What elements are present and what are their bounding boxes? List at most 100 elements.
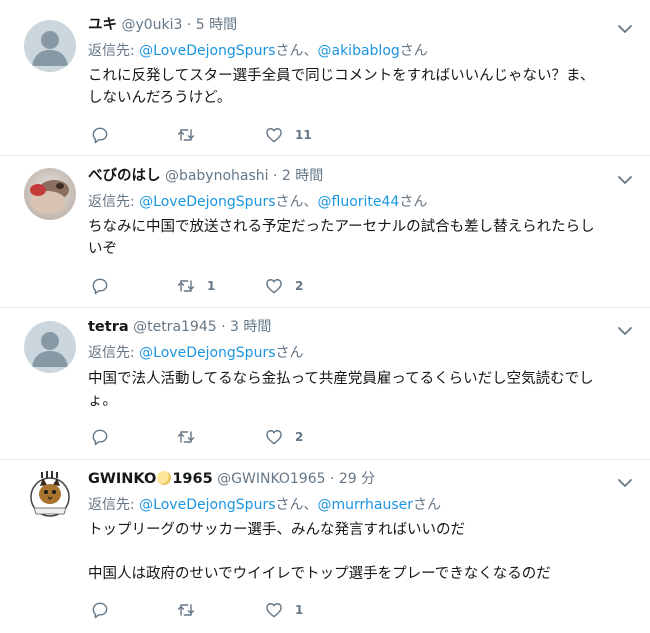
reply-to: 返信先: @LoveDejongSpursさん、@fluorite44さん: [88, 192, 427, 212]
reply-icon: [92, 127, 108, 144]
tweet[interactable]: tetra @tetra1945 · 3 時間 返信先: @LoveDejong…: [0, 308, 650, 460]
retweet-icon: [177, 604, 195, 616]
like-button[interactable]: 2: [264, 426, 303, 448]
mention-link[interactable]: @LoveDejongSpurs: [139, 43, 275, 59]
tweet[interactable]: GWINKO 1965 @GWINKO1965 · 29 分 返信先: @Love…: [0, 460, 650, 633]
like-count: 11: [295, 128, 312, 142]
timestamp[interactable]: 29 分: [339, 471, 375, 487]
reply-button[interactable]: [90, 426, 121, 448]
like-count: 2: [295, 279, 304, 293]
reply-feed: ユキ @y0uki3 · 5 時間 返信先: @LoveDejongSpursさ…: [0, 0, 650, 633]
retweet-button[interactable]: [176, 426, 207, 448]
retweet-icon: [177, 431, 195, 443]
default-avatar-icon: [24, 321, 76, 373]
tweet-text: ちなみに中国で放送される予定だったアーセナルの試合も差し替えられたらし いぞ: [88, 216, 636, 260]
reply-prefix: 返信先:: [88, 345, 135, 361]
default-avatar-icon: [24, 20, 76, 72]
mention-link[interactable]: @murrhauser: [318, 497, 414, 513]
timestamp[interactable]: 5 時間: [196, 17, 237, 33]
mention-link[interactable]: @LoveDejongSpurs: [139, 194, 275, 210]
tweet-actions: 2: [88, 426, 388, 448]
display-name[interactable]: tetra: [88, 319, 129, 335]
mention-link[interactable]: @fluorite44: [318, 194, 400, 210]
reply-prefix: 返信先:: [88, 497, 135, 513]
tweet-text-line: しないんだろうけど。: [88, 90, 232, 106]
retweet-button[interactable]: [176, 124, 207, 146]
separator: ·: [186, 17, 192, 33]
reply-prefix: 返信先:: [88, 43, 135, 59]
chevron-down-icon[interactable]: [616, 322, 634, 340]
tweet-text-line: ちなみに中国で放送される予定だったアーセナルの試合も差し替えられたらし: [88, 219, 595, 235]
reply-prefix: 返信先:: [88, 194, 135, 210]
retweet-button[interactable]: 1: [176, 275, 215, 297]
like-button[interactable]: 11: [264, 124, 312, 146]
tweet-text-blank-line: [88, 541, 636, 563]
cat-logo-icon: [24, 470, 76, 522]
username[interactable]: @y0uki3: [121, 17, 182, 33]
moon-emoji-icon: [157, 471, 172, 485]
mention-link[interactable]: @LoveDejongSpurs: [139, 497, 275, 513]
heart-icon: [266, 128, 282, 143]
tweet-actions: 1 2: [88, 275, 388, 297]
retweet-button[interactable]: [176, 599, 207, 621]
chevron-down-icon[interactable]: [616, 20, 634, 38]
tweet-text: 中国で法人活動してるなら金払って共産党員雇ってるくらいだし空気読むでし ょ。: [88, 368, 636, 412]
username[interactable]: @tetra1945: [133, 319, 217, 335]
display-name-suffix[interactable]: 1965: [172, 471, 212, 487]
honorific: さん: [399, 194, 428, 210]
tweet-text: トップリーグのサッカー選手、みんな発言すればいいのだ 中国人は政府のせいでウイイ…: [88, 519, 636, 585]
reply-icon: [92, 278, 108, 295]
tweet-text-line: いぞ: [88, 241, 117, 257]
reply-button[interactable]: [90, 599, 121, 621]
timestamp[interactable]: 2 時間: [282, 168, 323, 184]
retweet-icon: [177, 129, 195, 141]
tweet-text: これに反発してスター選手全員で同じコメントをすればいいんじゃない？ま、 しないん…: [88, 65, 636, 109]
honorific: さん: [399, 43, 428, 59]
display-name[interactable]: べびのはし: [88, 168, 161, 184]
mention-link[interactable]: @LoveDejongSpurs: [139, 345, 275, 361]
default-avatar[interactable]: [24, 20, 76, 72]
like-button[interactable]: 1: [264, 599, 303, 621]
mention-link[interactable]: @akibablog: [318, 43, 400, 59]
like-count: 2: [295, 430, 304, 444]
user-avatar[interactable]: [24, 168, 76, 220]
reply-icon: [92, 602, 108, 619]
default-avatar[interactable]: [24, 321, 76, 373]
username[interactable]: @GWINKO1965: [217, 471, 325, 487]
chevron-down-icon[interactable]: [616, 171, 634, 189]
chevron-down-icon[interactable]: [616, 474, 634, 492]
tweet-text-line: 中国で法人活動してるなら金払って共産党員雇ってるくらいだし空気読むでし: [88, 371, 594, 387]
retweet-icon: [177, 280, 195, 292]
cat-logo-avatar[interactable]: [24, 470, 76, 522]
tweet[interactable]: べびのはし @babynohashi · 2 時間 返信先: @LoveDejo…: [0, 156, 650, 308]
separator: ·: [329, 471, 335, 487]
honorific: さん、: [275, 43, 318, 59]
like-count: 1: [295, 603, 304, 617]
tweet-text-line: ょ。: [88, 393, 117, 409]
tweet-header: ユキ @y0uki3 · 5 時間: [88, 15, 237, 35]
tweet-text-line: 中国人は政府のせいでウイイレでトップ選手をプレーできなくなるのだ: [88, 566, 551, 582]
tweet-text-line: これに反発してスター選手全員で同じコメントをすればいいんじゃない？ま、: [88, 68, 595, 84]
separator: ·: [221, 319, 226, 335]
username[interactable]: @babynohashi: [165, 168, 269, 184]
reply-button[interactable]: [90, 275, 121, 297]
honorific: さん、: [275, 194, 318, 210]
reply-to: 返信先: @LoveDejongSpursさん: [88, 343, 304, 363]
reply-icon: [92, 429, 108, 446]
heart-icon: [266, 279, 282, 294]
display-name[interactable]: GWINKO: [88, 471, 156, 487]
heart-icon: [266, 603, 282, 618]
retweet-count: 1: [207, 279, 216, 293]
timestamp[interactable]: 3 時間: [230, 319, 271, 335]
honorific: さん: [413, 497, 442, 513]
display-name[interactable]: ユキ: [88, 17, 117, 33]
separator: ·: [273, 168, 278, 184]
like-button[interactable]: 2: [264, 275, 303, 297]
tweet-header: べびのはし @babynohashi · 2 時間: [88, 166, 323, 186]
tweet-header: GWINKO 1965 @GWINKO1965 · 29 分: [88, 469, 375, 489]
honorific: さん: [275, 345, 304, 361]
animal-photo-avatar: [24, 168, 76, 220]
honorific: さん、: [275, 497, 318, 513]
tweet[interactable]: ユキ @y0uki3 · 5 時間 返信先: @LoveDejongSpursさ…: [0, 0, 650, 156]
reply-button[interactable]: [90, 124, 121, 146]
